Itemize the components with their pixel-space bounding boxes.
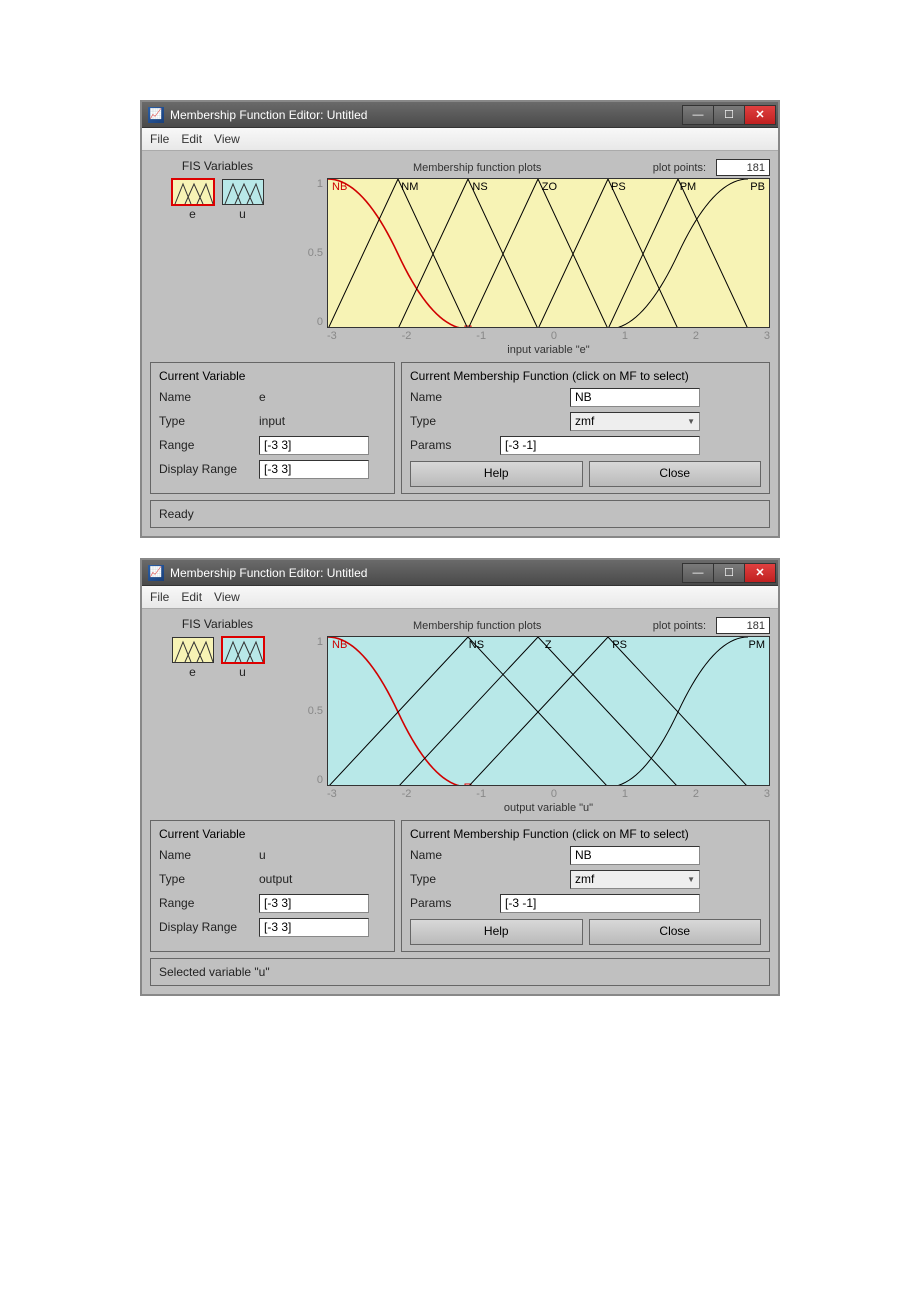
- cmf-name-input[interactable]: [570, 388, 700, 407]
- app-icon: 📈: [148, 107, 164, 123]
- x-axis: -3-2-10123: [327, 330, 770, 342]
- current-variable-panel: Current Variable Namee Typeinput Range D…: [150, 362, 395, 494]
- y-axis: 10.50: [293, 178, 327, 328]
- menu-view[interactable]: View: [214, 590, 240, 604]
- mf-chart[interactable]: NBNMNSZOPSPMPB: [327, 178, 770, 328]
- status-bar: Ready: [150, 500, 770, 528]
- plot-title: Membership function plots: [413, 162, 541, 174]
- plot-points-input[interactable]: 181: [716, 617, 770, 634]
- fis-var-u[interactable]: u: [222, 637, 264, 679]
- menu-view[interactable]: View: [214, 132, 240, 146]
- mf-chart[interactable]: NBNSZPSPM: [327, 636, 770, 786]
- menu-edit[interactable]: Edit: [181, 132, 202, 146]
- menubar: File Edit View: [142, 586, 778, 609]
- window-title: Membership Function Editor: Untitled: [170, 108, 367, 122]
- titlebar[interactable]: 📈 Membership Function Editor: Untitled —…: [142, 560, 778, 586]
- status-bar: Selected variable "u": [150, 958, 770, 986]
- mf-editor-window: 📈 Membership Function Editor: Untitled —…: [140, 558, 780, 996]
- menu-edit[interactable]: Edit: [181, 590, 202, 604]
- plot-points-input[interactable]: 181: [716, 159, 770, 176]
- fis-title: FIS Variables: [150, 617, 285, 631]
- cmf-params-input[interactable]: [500, 894, 700, 913]
- maximize-button[interactable]: ☐: [713, 563, 745, 583]
- close-button[interactable]: ✕: [744, 105, 776, 125]
- cv-name: u: [259, 848, 266, 862]
- cmf-title: Current Membership Function (click on MF…: [410, 827, 761, 841]
- window-title: Membership Function Editor: Untitled: [170, 566, 367, 580]
- cv-title: Current Variable: [159, 369, 386, 383]
- maximize-button[interactable]: ☐: [713, 105, 745, 125]
- cv-range-input[interactable]: [259, 436, 369, 455]
- cmf-title: Current Membership Function (click on MF…: [410, 369, 761, 383]
- plot-area: Membership function plots plot points: 1…: [293, 617, 770, 814]
- cv-display-range-input[interactable]: [259, 918, 369, 937]
- close-panel-button[interactable]: Close: [589, 461, 762, 487]
- plot-points-label: plot points:: [653, 162, 706, 174]
- menubar: File Edit View: [142, 128, 778, 151]
- fis-title: FIS Variables: [150, 159, 285, 173]
- cmf-params-input[interactable]: [500, 436, 700, 455]
- plot-title: Membership function plots: [413, 620, 541, 632]
- current-mf-panel: Current Membership Function (click on MF…: [401, 362, 770, 494]
- plot-points-label: plot points:: [653, 620, 706, 632]
- minimize-button[interactable]: —: [682, 563, 714, 583]
- minimize-button[interactable]: —: [682, 105, 714, 125]
- fis-var-u[interactable]: u: [222, 179, 264, 221]
- fis-variables-panel: FIS Variables e u: [150, 617, 285, 814]
- x-label: output variable "u": [327, 802, 770, 814]
- fis-variables-panel: FIS Variables e u: [150, 159, 285, 356]
- current-mf-panel: Current Membership Function (click on MF…: [401, 820, 770, 952]
- cmf-name-input[interactable]: [570, 846, 700, 865]
- menu-file[interactable]: File: [150, 590, 169, 604]
- x-label: input variable "e": [327, 344, 770, 356]
- y-axis: 10.50: [293, 636, 327, 786]
- cmf-type-select[interactable]: zmf▼: [570, 870, 700, 889]
- menu-file[interactable]: File: [150, 132, 169, 146]
- cmf-type-select[interactable]: zmf▼: [570, 412, 700, 431]
- fis-var-e[interactable]: e: [172, 637, 214, 679]
- mf-editor-window: 📈 Membership Function Editor: Untitled —…: [140, 100, 780, 538]
- plot-area: Membership function plots plot points: 1…: [293, 159, 770, 356]
- current-variable-panel: Current Variable Nameu Typeoutput Range …: [150, 820, 395, 952]
- fis-var-e[interactable]: e: [172, 179, 214, 221]
- close-button[interactable]: ✕: [744, 563, 776, 583]
- cv-display-range-input[interactable]: [259, 460, 369, 479]
- titlebar[interactable]: 📈 Membership Function Editor: Untitled —…: [142, 102, 778, 128]
- help-button[interactable]: Help: [410, 919, 583, 945]
- x-axis: -3-2-10123: [327, 788, 770, 800]
- cv-type: output: [259, 872, 292, 886]
- close-panel-button[interactable]: Close: [589, 919, 762, 945]
- cv-name: e: [259, 390, 266, 404]
- app-icon: 📈: [148, 565, 164, 581]
- cv-type: input: [259, 414, 285, 428]
- cv-title: Current Variable: [159, 827, 386, 841]
- help-button[interactable]: Help: [410, 461, 583, 487]
- cv-range-input[interactable]: [259, 894, 369, 913]
